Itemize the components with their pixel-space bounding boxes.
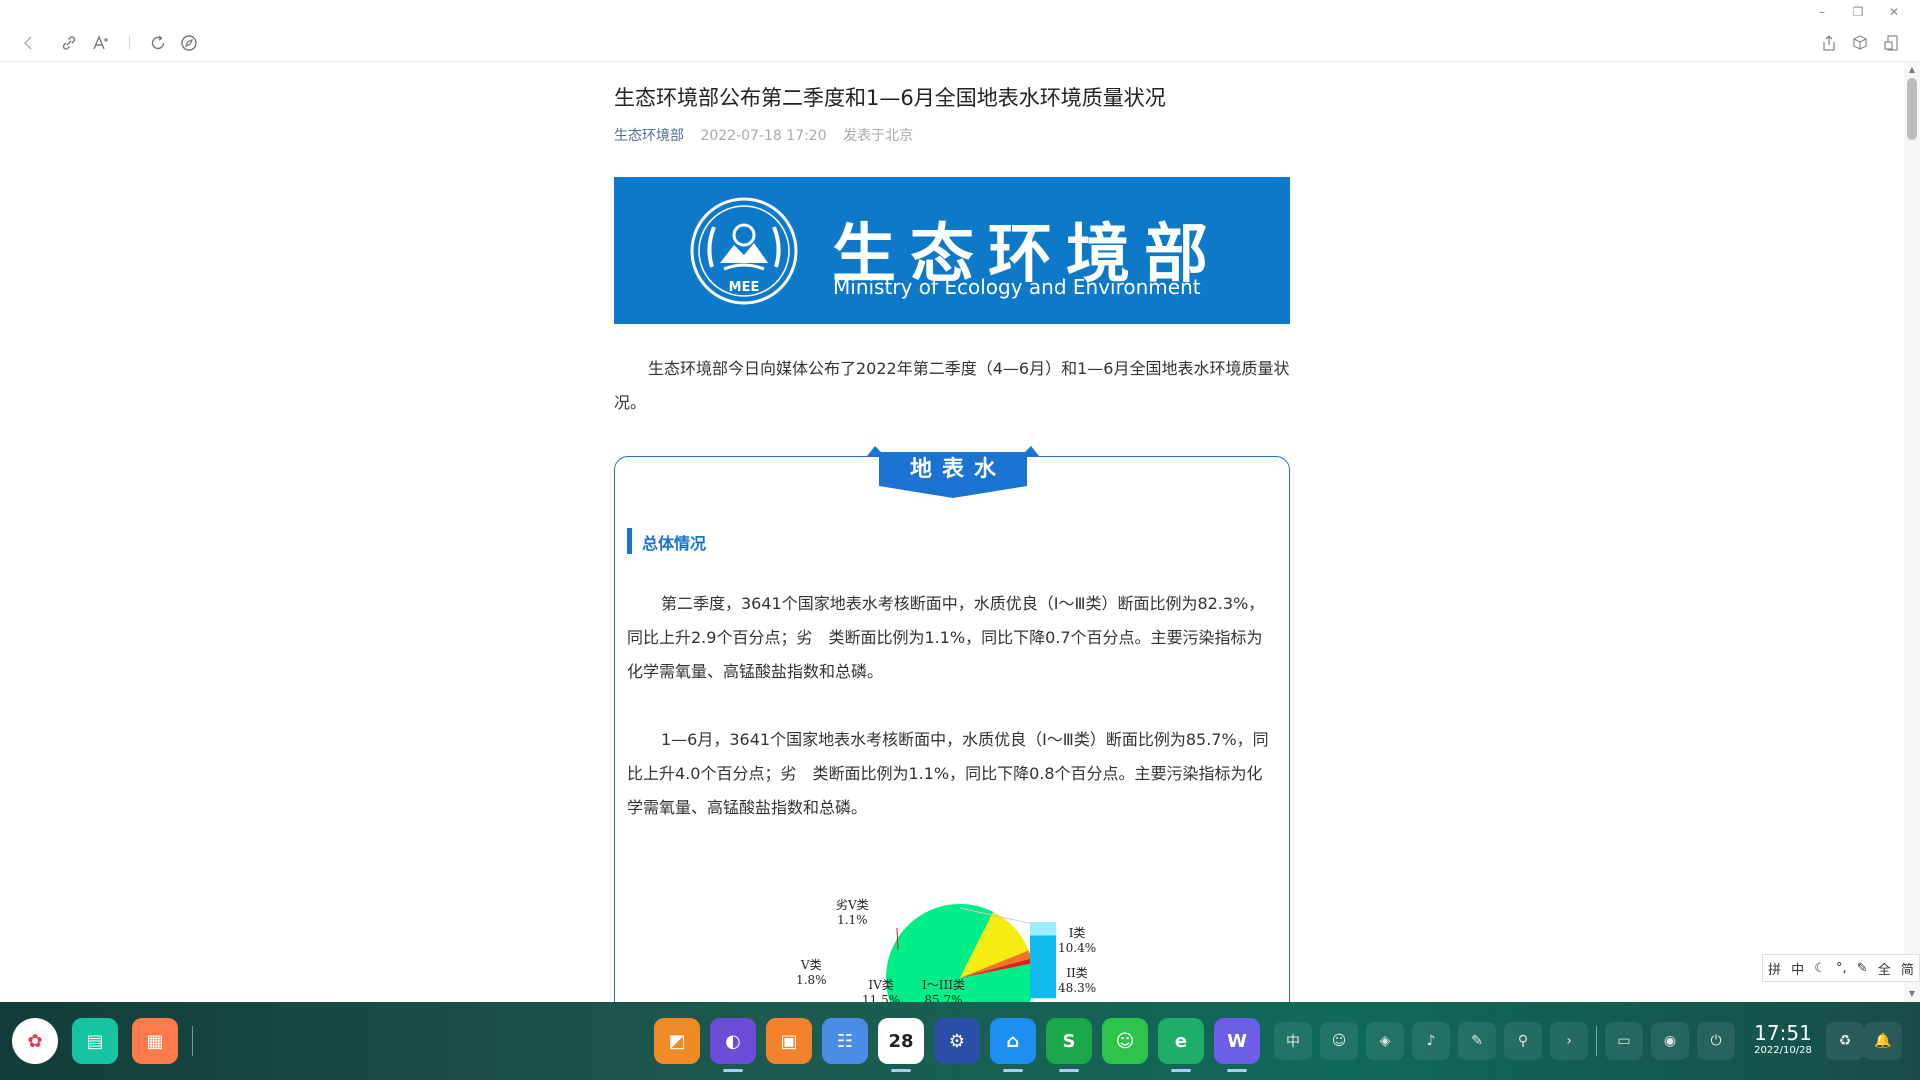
article-title: 生态环境部公布第二季度和1—6月全国地表水环境质量状况 [614, 86, 1166, 110]
browser-toolbar [0, 24, 1920, 62]
label-class-i: I类 10.4% [1058, 926, 1097, 955]
edge-browser-icon[interactable]: e [1158, 1018, 1204, 1072]
tray-item-icon[interactable]: › [1550, 1022, 1588, 1060]
compass-icon[interactable] [176, 30, 202, 56]
article-meta: 生态环境部 2022-07-18 17:20 发表于北京 [614, 125, 913, 145]
taskbar: ✿ ▤ ▦ ◩ ◐ ▣ ☷ 28 ⚙ ⌂ S ☺ e W 中 ☺ ◈ ♪ ✎ ⚲ › ▭ ◉ ⏻ 17:51 2022/1… [0, 1002, 1920, 1080]
store-bag-icon[interactable]: ▣ [766, 1018, 812, 1064]
tray-separator [1596, 1026, 1597, 1056]
section-tag-text: 地表水 [909, 457, 1006, 482]
wechat-icon[interactable]: ☺ [1102, 1018, 1148, 1064]
label-good: I～III类 85.7% [922, 978, 965, 1002]
section-title: 总体情况 [642, 534, 707, 553]
wps-spreadsheet-icon[interactable]: S [1046, 1018, 1092, 1072]
taskbar-separator [192, 1026, 193, 1056]
article-content: 生态环境部公布第二季度和1—6月全国地表水环境质量状况 生态环境部 2022-0… [614, 62, 1290, 1002]
ime-item[interactable]: ✎ [1857, 961, 1868, 976]
label-iv: IV类 11.5% [862, 978, 901, 1002]
ime-item[interactable]: °, [1836, 961, 1847, 976]
system-tray: 中 ☺ ◈ ♪ ✎ ⚲ › ▭ ◉ ⏻ [1274, 1014, 1735, 1068]
restore-button[interactable]: ❐ [1846, 0, 1870, 24]
label-v: V类 1.8% [796, 958, 827, 987]
toolbar-separator [129, 36, 130, 50]
banner-english-name: Ministry of Ecology and Environment [833, 275, 1201, 299]
paragraph-quarter: 第二季度，3641个国家地表水考核断面中，水质优良（Ⅰ～Ⅲ类）断面比例为82.3… [627, 594, 1265, 681]
tray-item-icon[interactable]: ⏻ [1697, 1022, 1735, 1060]
tray-item-icon[interactable]: ◈ [1366, 1022, 1404, 1060]
taskbar-clock[interactable]: 17:51 2022/10/28 [1748, 1022, 1818, 1058]
breakdown-bar-1 [1030, 922, 1056, 936]
launcher-icon[interactable]: ✿ [12, 1018, 58, 1064]
tray-item-icon[interactable]: ☺ [1320, 1022, 1358, 1060]
clock-time: 17:51 [1754, 1021, 1812, 1045]
back-arrow-icon[interactable] [16, 30, 42, 56]
ime-item[interactable]: 拼 [1768, 959, 1781, 978]
ime-item[interactable]: ☾ [1814, 961, 1826, 976]
water-quality-chart: V类 1.8% 劣V类 1.1% IV类 11.5% I～III类 85.7% I类 10… [794, 882, 1134, 1002]
ime-status-bar: 拼中 ☾ °, ✎ 全简 [1762, 954, 1920, 982]
breakdown-bar-2 [1030, 935, 1056, 999]
app-store-icon[interactable]: ▦ [132, 1018, 178, 1064]
article-date: 2022-07-18 17:20 [700, 128, 827, 144]
wps-writer-icon[interactable]: W [1214, 1018, 1260, 1072]
trash-icon[interactable]: ♻ [1826, 1022, 1864, 1060]
ministry-banner: MEE 生态环境部 Ministry of Ecology and Enviro… [614, 177, 1290, 324]
mee-logo-icon: MEE [690, 197, 798, 305]
label-class-ii: II类 48.3% [1058, 966, 1097, 995]
logo-text: MEE [729, 280, 760, 295]
settings-icon[interactable]: ⚙ [934, 1018, 980, 1064]
contacts-icon[interactable]: ☷ [822, 1018, 868, 1064]
section-title-bar [627, 528, 632, 554]
label-worst: 劣V类 1.1% [836, 898, 869, 927]
ime-item[interactable]: 中 [1791, 959, 1804, 978]
font-size-icon[interactable] [88, 30, 114, 56]
file-manager-icon[interactable]: ▤ [72, 1018, 118, 1064]
refresh-icon[interactable] [145, 30, 171, 56]
close-button[interactable]: ✕ [1882, 0, 1906, 24]
window-icon[interactable] [1878, 30, 1904, 56]
tray-item-icon[interactable]: ◉ [1651, 1022, 1689, 1060]
scroll-thumb[interactable] [1907, 78, 1917, 140]
vertical-scrollbar[interactable]: ▲ ▼ [1904, 62, 1920, 1002]
tray-item-icon[interactable]: ♪ [1412, 1022, 1450, 1060]
tray-item-icon[interactable]: ⚲ [1504, 1022, 1542, 1060]
cube-icon[interactable] [1847, 30, 1873, 56]
notification-bell-icon[interactable]: 🔔 [1864, 1022, 1902, 1060]
share-icon[interactable] [1816, 30, 1842, 56]
tray-item-icon[interactable]: ▭ [1605, 1022, 1643, 1060]
image-viewer-icon[interactable]: ◩ [654, 1018, 700, 1064]
tray-item-icon[interactable]: ✎ [1458, 1022, 1496, 1060]
browser-arc-icon[interactable]: ◐ [710, 1018, 756, 1072]
ime-item[interactable]: 全 [1878, 959, 1891, 978]
minimize-button[interactable]: – [1810, 0, 1834, 24]
intro-paragraph: 生态环境部今日向媒体公布了2022年第二季度（4—6月）和1—6月全国地表水环境… [614, 359, 1290, 412]
taskbar-apps: ◩ ◐ ▣ ☷ 28 ⚙ ⌂ S ☺ e W [654, 1014, 1260, 1072]
tray-item-icon[interactable]: 中 [1274, 1022, 1312, 1060]
package-manager-icon[interactable]: ⌂ [990, 1018, 1036, 1072]
scroll-up-arrow-icon[interactable]: ▲ [1904, 64, 1920, 76]
paragraph-half-year: 1—6月，3641个国家地表水考核断面中，水质优良（Ⅰ～Ⅲ类）断面比例为85.7… [627, 730, 1269, 817]
taskbar-pinned: ✿ ▤ ▦ [12, 1014, 193, 1068]
window-controls: – ❐ ✕ [1810, 0, 1920, 24]
ime-item[interactable]: 简 [1901, 959, 1914, 978]
article-location: 发表于北京 [843, 128, 914, 144]
link-icon[interactable] [56, 30, 82, 56]
calendar-icon[interactable]: 28 [878, 1018, 924, 1072]
clock-date: 2022/10/28 [1754, 1045, 1812, 1056]
scroll-down-arrow-icon[interactable]: ▼ [1904, 988, 1920, 1000]
article-source-link[interactable]: 生态环境部 [614, 128, 684, 144]
